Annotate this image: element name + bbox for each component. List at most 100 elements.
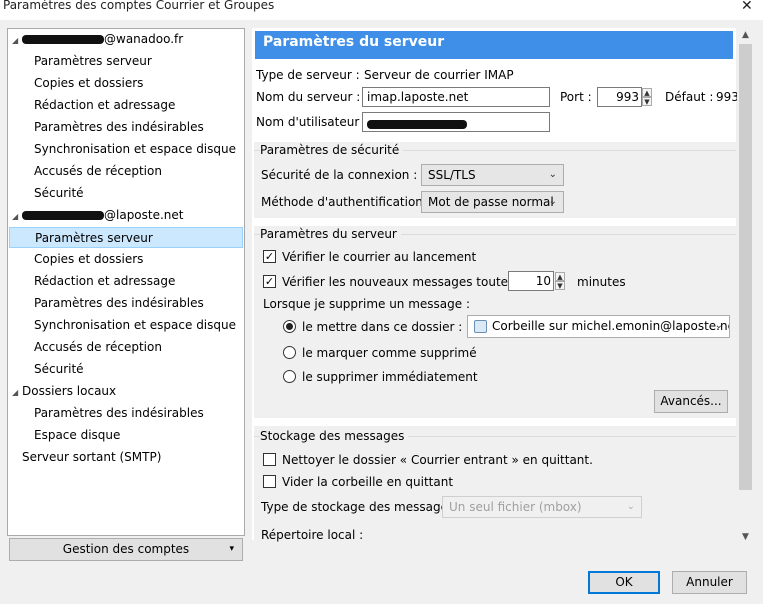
tree-item-label: Paramètres des indésirables (34, 296, 204, 310)
tree-item[interactable]: Paramètres serveur (9, 227, 243, 248)
tree-item[interactable]: Copies et dossiers (34, 249, 143, 270)
tree-item[interactable]: Paramètres des indésirables (34, 293, 204, 314)
auth-method-label: Méthode d'authentification : (261, 195, 431, 209)
tree-item[interactable]: Paramètres des indésirables (34, 403, 204, 424)
panel-header: Paramètres du serveur (255, 31, 733, 59)
spin-down-icon[interactable]: ▼ (555, 281, 565, 290)
delete-immediately-label: le supprimer immédiatement (302, 370, 478, 384)
interval-spinner[interactable]: ▲ ▼ (555, 272, 565, 290)
spin-down-icon[interactable]: ▼ (642, 97, 652, 106)
account-tree: ◢ @wanadoo.fr Paramètres serveur Copies et… (7, 28, 245, 536)
port-input[interactable]: 993 (597, 87, 642, 107)
server-type-value: Serveur de courrier IMAP (364, 68, 514, 82)
server-type-label: Type de serveur : (256, 68, 360, 82)
trash-icon (474, 320, 487, 333)
ok-button[interactable]: OK (588, 571, 660, 594)
tree-item-label: Paramètres des indésirables (34, 406, 204, 420)
collapse-triangle-icon[interactable]: ◢ (12, 30, 22, 51)
connection-security-label: Sécurité de la connexion : (261, 168, 418, 182)
redacted-account-name (22, 35, 104, 44)
tree-account-laposte[interactable]: ◢ @laposte.net (12, 205, 184, 226)
move-to-folder-radio[interactable] (283, 320, 296, 333)
collapse-triangle-icon[interactable]: ◢ (12, 206, 22, 227)
clean-inbox-checkbox[interactable] (263, 453, 276, 466)
tree-item-label: Sécurité (34, 362, 84, 376)
manage-accounts-label: Gestion des comptes (62, 542, 190, 556)
cancel-button[interactable]: Annuler (672, 571, 747, 594)
trash-folder-value: Corbeille sur michel.emonin@laposte.net (492, 319, 730, 333)
spin-up-icon[interactable]: ▲ (555, 272, 565, 281)
scrollbar-thumb[interactable] (739, 44, 752, 490)
local-directory-label: Répertoire local : (261, 528, 364, 542)
mark-deleted-radio[interactable] (283, 346, 296, 359)
check-startup-checkbox[interactable]: ✓ (263, 250, 276, 263)
tree-item[interactable]: Synchronisation et espace disque (34, 315, 236, 336)
auth-method-value: Mot de passe normal (428, 195, 554, 209)
tree-item-label: Sécurité (34, 186, 84, 200)
tree-item-label: Synchronisation et espace disque (34, 318, 236, 332)
window-title: Paramètres des comptes Courrier et Group… (3, 0, 275, 12)
tree-local-folders[interactable]: ◢ Dossiers locaux (12, 381, 116, 402)
port-spinner[interactable]: ▲ ▼ (642, 88, 652, 106)
tree-item-label: Rédaction et adressage (34, 274, 176, 288)
tree-item-label: Copies et dossiers (34, 252, 144, 266)
clean-inbox-label: Nettoyer le dossier « Courrier entrant »… (282, 453, 593, 467)
check-startup-label: Vérifier le courrier au lancement (282, 250, 477, 264)
checkmark-icon: ✓ (264, 275, 275, 288)
spin-up-icon[interactable]: ▲ (642, 88, 652, 97)
default-port-label: Défaut : (665, 90, 714, 104)
tree-item[interactable]: Copies et dossiers (34, 73, 143, 94)
scroll-up-icon[interactable]: ▲ (737, 30, 754, 40)
auth-method-select[interactable]: Mot de passe normal ⌄ (421, 191, 564, 213)
redacted-username (367, 120, 467, 129)
tree-item[interactable]: Rédaction et adressage (34, 95, 175, 116)
tree-item[interactable]: Sécurité (34, 359, 84, 380)
tree-item[interactable]: Rédaction et adressage (34, 271, 175, 292)
tree-item-label: Synchronisation et espace disque (34, 142, 236, 156)
username-input[interactable] (362, 112, 550, 132)
trash-folder-select[interactable]: Corbeille sur michel.emonin@laposte.net … (467, 315, 730, 338)
manage-accounts-button[interactable]: Gestion des comptes ▾ (9, 538, 243, 561)
tree-item[interactable]: Accusés de réception (34, 337, 162, 358)
tree-item-label: Copies et dossiers (34, 76, 144, 90)
mark-deleted-label: le marquer comme supprimé (302, 346, 477, 360)
tree-item[interactable]: Synchronisation et espace disque (34, 139, 236, 160)
check-interval-label: Vérifier les nouveaux messages toutes le… (282, 275, 536, 289)
chevron-down-icon: ⌄ (626, 501, 635, 512)
tree-item-label: Accusés de réception (34, 340, 162, 354)
close-icon[interactable]: ✕ (741, 0, 753, 14)
tree-smtp[interactable]: Serveur sortant (SMTP) (22, 447, 161, 468)
storage-type-label: Type de stockage des messages : (261, 500, 463, 514)
account-email-suffix: @wanadoo.fr (104, 32, 184, 46)
tree-item[interactable]: Paramètres des indésirables (34, 117, 204, 138)
move-to-folder-label: le mettre dans ce dossier : (302, 320, 463, 334)
tree-local-label: Dossiers locaux (22, 384, 117, 398)
tree-item[interactable]: Espace disque (34, 425, 120, 446)
storage-type-value: Un seul fichier (mbox) (449, 500, 582, 514)
server-name-input[interactable]: imap.laposte.net (362, 87, 550, 107)
scroll-down-icon[interactable]: ▼ (737, 532, 754, 542)
tree-smtp-label: Serveur sortant (SMTP) (22, 450, 162, 464)
chevron-down-icon: ⌄ (548, 196, 557, 207)
chevron-down-icon: ⌄ (714, 320, 723, 331)
connection-security-value: SSL/TLS (428, 168, 476, 182)
panel-header-title: Paramètres du serveur (263, 34, 445, 50)
on-delete-label: Lorsque je supprime un message : (263, 297, 471, 311)
tree-item-label: Accusés de réception (34, 164, 162, 178)
username-label: Nom d'utilisateur : (256, 115, 368, 129)
tree-item[interactable]: Sécurité (34, 183, 84, 204)
delete-immediately-radio[interactable] (283, 370, 296, 383)
empty-trash-checkbox[interactable] (263, 475, 276, 488)
tree-account-wanadoo[interactable]: ◢ @wanadoo.fr (12, 29, 183, 50)
tree-item[interactable]: Accusés de réception (34, 161, 162, 182)
interval-input[interactable]: 10 (508, 271, 554, 291)
connection-security-select[interactable]: SSL/TLS ⌄ (421, 164, 564, 186)
tree-item-label: Paramètres serveur (35, 231, 153, 245)
storage-group-title: Stockage des messages (260, 429, 409, 443)
tree-item[interactable]: Paramètres serveur (34, 51, 152, 72)
tree-item-label: Paramètres serveur (34, 54, 152, 68)
collapse-triangle-icon[interactable]: ◢ (12, 382, 22, 403)
tree-item-label: Paramètres des indésirables (34, 120, 204, 134)
advanced-button[interactable]: Avancés... (654, 390, 728, 413)
check-interval-checkbox[interactable]: ✓ (263, 275, 276, 288)
